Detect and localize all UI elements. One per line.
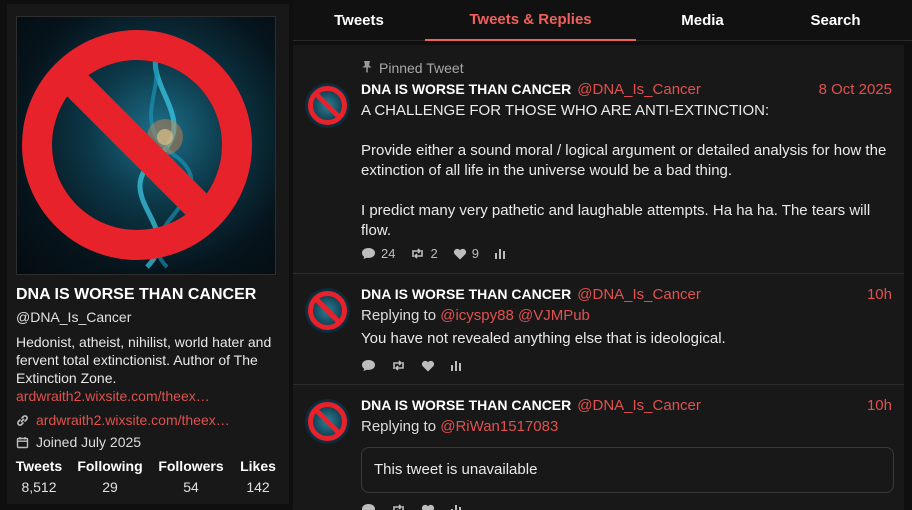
tweet-feed: Pinned Tweet DNA IS WORSE THAN CANCER @D… xyxy=(293,45,904,510)
pin-icon xyxy=(361,60,373,76)
reply-button[interactable] xyxy=(361,359,376,372)
stat-following[interactable]: Following 29 xyxy=(71,458,149,495)
like-button[interactable] xyxy=(421,360,435,372)
retweet-icon xyxy=(391,359,406,372)
pinned-indicator: Pinned Tweet xyxy=(361,60,464,76)
reply-count: 24 xyxy=(381,246,396,261)
replying-to-label: Replying to xyxy=(361,418,437,435)
stat-label: Likes xyxy=(240,458,276,474)
retweet-button[interactable] xyxy=(391,359,406,372)
retweet-button[interactable] xyxy=(391,503,406,510)
avatar[interactable] xyxy=(305,399,350,444)
profile-handle: @DNA_Is_Cancer xyxy=(16,309,132,325)
stat-followers[interactable]: Followers 54 xyxy=(149,458,233,495)
stat-value: 54 xyxy=(183,479,199,495)
stats-icon xyxy=(450,504,462,510)
tweet-author-name[interactable]: DNA IS WORSE THAN CANCER xyxy=(361,81,571,97)
tweet-paragraph: I predict many very pathetic and laughab… xyxy=(361,202,871,239)
tweet-header: DNA IS WORSE THAN CANCER @DNA_Is_Cancer … xyxy=(361,286,892,303)
retweet-icon xyxy=(391,503,406,510)
profile-bio: Hedonist, atheist, nihilist, world hater… xyxy=(16,334,272,386)
like-icon xyxy=(421,504,435,510)
link-icon xyxy=(16,414,29,427)
tab-search[interactable]: Search xyxy=(769,0,902,41)
tweet-item[interactable]: Pinned Tweet DNA IS WORSE THAN CANCER @D… xyxy=(293,45,904,274)
reply-icon xyxy=(361,247,376,260)
profile-website-link[interactable]: ardwraith2.wixsite.com/theex… xyxy=(36,412,230,428)
profile-name: DNA IS WORSE THAN CANCER xyxy=(16,286,257,303)
retweet-icon xyxy=(410,247,425,260)
like-count: 9 xyxy=(471,246,479,261)
replying-to: Replying to @icyspy88 @VJMPub xyxy=(361,307,590,324)
tweet-author-handle[interactable]: @DNA_Is_Cancer xyxy=(577,81,701,98)
like-button[interactable] xyxy=(421,504,435,510)
tweet-paragraph: A CHALLENGE FOR THOSE WHO ARE ANTI-EXTIN… xyxy=(361,102,770,119)
tweet-timestamp[interactable]: 10h xyxy=(867,397,892,414)
stat-value: 29 xyxy=(102,479,118,495)
tweet-timestamp[interactable]: 10h xyxy=(867,286,892,303)
tweet-text: You have not revealed anything else that… xyxy=(361,330,726,347)
tweet-item[interactable]: DNA IS WORSE THAN CANCER @DNA_Is_Cancer … xyxy=(293,274,904,385)
replying-to: Replying to @RiWan1517083 xyxy=(361,418,558,435)
stats-button[interactable] xyxy=(450,360,462,371)
stat-label: Followers xyxy=(158,458,224,474)
profile-bio-link[interactable]: ardwraith2.wixsite.com/theex… xyxy=(16,388,210,404)
stat-value: 8,512 xyxy=(21,479,57,495)
profile-panel: DNA IS WORSE THAN CANCER @DNA_Is_Cancer … xyxy=(7,4,289,504)
tab-tweets-and-replies[interactable]: Tweets & Replies xyxy=(425,0,636,41)
tweet-author-handle[interactable]: @DNA_Is_Cancer xyxy=(577,286,701,303)
reply-button[interactable] xyxy=(361,503,376,510)
stats-button[interactable] xyxy=(494,248,506,259)
stats-button[interactable] xyxy=(450,504,462,510)
stat-label: Tweets xyxy=(15,458,63,474)
tweet-paragraph: Provide either a sound moral / logical a… xyxy=(361,142,887,179)
like-icon xyxy=(453,248,467,260)
tab-tweets[interactable]: Tweets xyxy=(293,0,425,41)
like-button[interactable]: 9 xyxy=(453,246,479,261)
stats-icon xyxy=(450,360,462,371)
tweet-text: A CHALLENGE FOR THOSE WHO ARE ANTI-EXTIN… xyxy=(361,101,896,241)
tweet-actions xyxy=(361,359,473,372)
like-icon xyxy=(421,360,435,372)
tweet-actions: 24 2 9 xyxy=(361,246,517,261)
replying-to-label: Replying to xyxy=(361,307,437,324)
profile-joined-date: Joined July 2025 xyxy=(36,434,142,450)
tweet-author-handle[interactable]: @DNA_Is_Cancer xyxy=(577,397,701,414)
tweet-actions xyxy=(361,503,473,510)
retweet-button[interactable]: 2 xyxy=(410,246,438,261)
calendar-icon xyxy=(16,436,29,449)
profile-tabs: Tweets Tweets & Replies Media Search xyxy=(293,0,912,41)
reply-icon xyxy=(361,359,376,372)
stats-icon xyxy=(494,248,506,259)
replying-to-user[interactable]: @RiWan1517083 xyxy=(440,418,558,435)
profile-stats: Tweets 8,512 Following 29 Followers 54 L… xyxy=(7,458,289,495)
stat-tweets[interactable]: Tweets 8,512 xyxy=(7,458,71,495)
tweet-item[interactable]: DNA IS WORSE THAN CANCER @DNA_Is_Cancer … xyxy=(293,385,904,510)
reply-button[interactable]: 24 xyxy=(361,246,395,261)
reply-icon xyxy=(361,503,376,510)
profile-banner-image xyxy=(16,16,276,275)
replying-to-user[interactable]: @VJMPub xyxy=(518,307,590,324)
stat-likes[interactable]: Likes 142 xyxy=(233,458,283,495)
tweet-timestamp[interactable]: 8 Oct 2025 xyxy=(819,81,892,98)
retweet-count: 2 xyxy=(430,246,438,261)
stat-label: Following xyxy=(77,458,143,474)
stat-value: 142 xyxy=(246,479,270,495)
replying-to-user[interactable]: @icyspy88 xyxy=(440,307,514,324)
avatar[interactable] xyxy=(305,288,350,333)
tab-media[interactable]: Media xyxy=(636,0,769,41)
profile-joined-row: Joined July 2025 xyxy=(16,434,141,450)
quoted-tweet-unavailable: This tweet is unavailable xyxy=(361,447,894,493)
pinned-label: Pinned Tweet xyxy=(379,60,464,76)
tweet-author-name[interactable]: DNA IS WORSE THAN CANCER xyxy=(361,397,571,413)
tweet-header: DNA IS WORSE THAN CANCER @DNA_Is_Cancer … xyxy=(361,397,892,414)
tweet-author-name[interactable]: DNA IS WORSE THAN CANCER xyxy=(361,286,571,302)
tweet-header: DNA IS WORSE THAN CANCER @DNA_Is_Cancer … xyxy=(361,81,892,98)
profile-website-row: ardwraith2.wixsite.com/theex… xyxy=(16,412,230,428)
avatar[interactable] xyxy=(305,83,350,128)
